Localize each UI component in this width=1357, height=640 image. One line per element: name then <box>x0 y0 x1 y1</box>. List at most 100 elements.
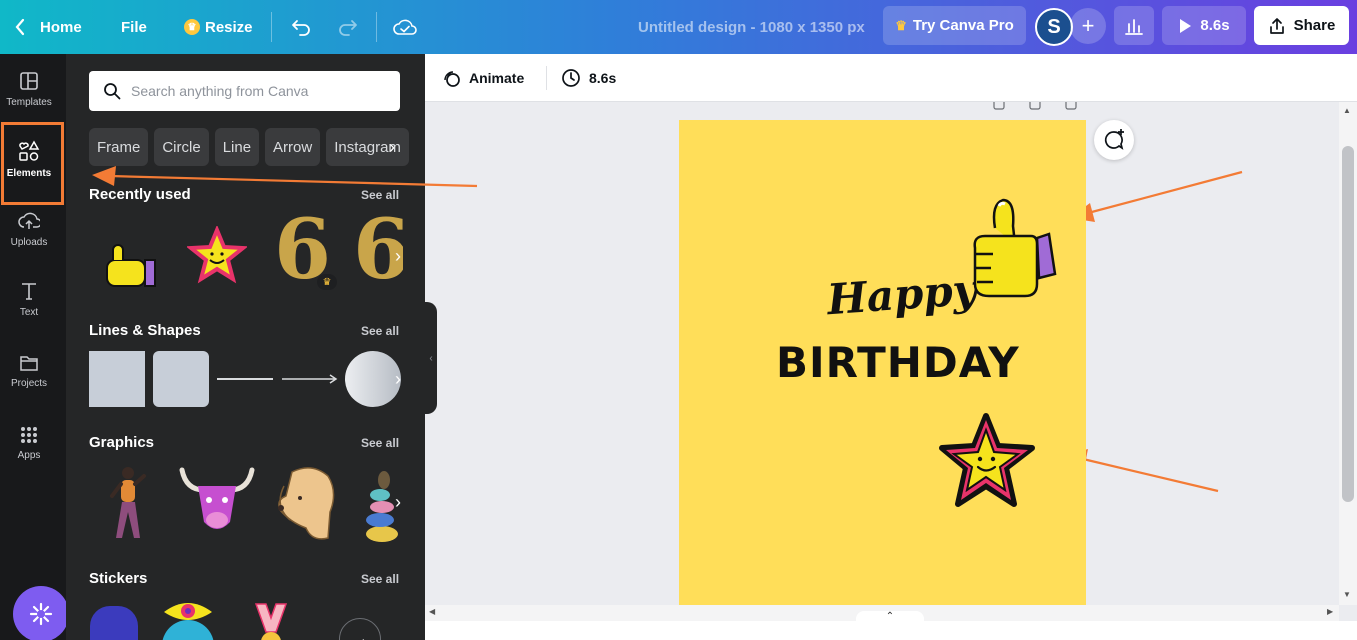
apps-icon <box>21 426 37 443</box>
chevron-right-icon[interactable]: › <box>387 228 409 284</box>
rail-label-uploads: Uploads <box>10 236 48 248</box>
dog-head-graphic-thumbnail[interactable] <box>272 462 344 544</box>
scroll-up-arrow[interactable]: ▲ <box>1343 106 1351 115</box>
try-pro-label: Try Canva Pro <box>912 17 1014 34</box>
rail-item-templates[interactable]: Templates <box>0 54 58 124</box>
home-button[interactable]: Home <box>14 0 82 54</box>
home-label: Home <box>40 18 82 36</box>
rail-label-projects: Projects <box>10 377 48 389</box>
see-all-lines-shapes[interactable]: See all <box>361 324 399 338</box>
woman-figure-graphic-thumbnail[interactable] <box>102 464 158 544</box>
present-duration: 8.6s <box>1200 17 1230 34</box>
file-label: File <box>121 18 147 36</box>
magic-button[interactable] <box>13 586 69 640</box>
divider <box>546 66 547 90</box>
text-icon <box>22 282 36 300</box>
see-all-recently-used[interactable]: See all <box>361 188 399 202</box>
square-shape-thumbnail[interactable] <box>89 351 145 407</box>
section-title-lines-shapes: Lines & Shapes <box>89 322 201 339</box>
insights-button[interactable] <box>1114 6 1154 45</box>
rail-label-templates: Templates <box>6 96 52 108</box>
crown-icon: ♛ <box>184 19 200 35</box>
try-pro-button[interactable]: ♛ Try Canva Pro <box>883 6 1026 45</box>
chevron-right-icon[interactable]: › <box>387 474 409 530</box>
redo-icon <box>339 20 357 36</box>
page-tools[interactable] <box>990 102 1080 112</box>
design-title[interactable]: Untitled design - 1080 x 1350 px <box>638 0 865 54</box>
elements-highlight-box <box>1 122 64 205</box>
pages-toggle-button[interactable]: ⌃ <box>856 611 924 623</box>
rail-label-apps: Apps <box>17 449 41 461</box>
see-all-graphics[interactable]: See all <box>361 436 399 450</box>
undo-icon <box>292 20 310 36</box>
medal-sticker-thumbnail[interactable] <box>246 602 296 640</box>
thumbs-up-graphic[interactable] <box>965 196 1061 304</box>
thumbs-up-graphic-thumbnail[interactable] <box>103 242 159 298</box>
cloud-save-button[interactable] <box>393 0 417 54</box>
elements-panel: Search anything from Canva Frame Circle … <box>66 54 425 640</box>
line-shape-thumbnail[interactable] <box>217 378 273 380</box>
see-all-stickers[interactable]: See all <box>361 572 399 586</box>
eye-sticker-thumbnail[interactable] <box>158 598 218 640</box>
smiling-star-sticker[interactable] <box>938 410 1042 514</box>
plus-icon: + <box>1081 13 1095 38</box>
share-button[interactable]: Share <box>1254 6 1349 45</box>
rail-item-apps[interactable]: Apps <box>0 408 58 478</box>
bull-head-graphic-thumbnail[interactable] <box>176 464 258 540</box>
chip-frame[interactable]: Frame <box>89 128 149 166</box>
duration-button[interactable]: 8.6s <box>561 54 616 102</box>
duration-label: 8.6s <box>589 70 617 86</box>
canvas-text-happy[interactable]: Happy <box>825 265 978 324</box>
templates-icon <box>20 71 38 90</box>
cloud-check-icon <box>393 19 417 35</box>
animate-button[interactable]: Animate <box>441 54 524 102</box>
bottom-bar <box>425 621 1357 640</box>
rail-item-text[interactable]: Text <box>0 264 58 334</box>
scroll-down-arrow[interactable]: ▼ <box>1343 590 1351 599</box>
search-icon <box>104 83 121 100</box>
arrow-line-thumbnail[interactable] <box>281 372 339 386</box>
chip-arrow[interactable]: Arrow <box>265 128 321 166</box>
file-menu-button[interactable]: File <box>121 0 147 54</box>
bar-chart-icon <box>1125 18 1143 35</box>
clock-icon <box>562 69 580 87</box>
divider <box>271 12 272 42</box>
premium-crown-badge: ♛ <box>317 274 337 290</box>
resize-label: Resize <box>205 18 253 36</box>
present-button[interactable]: 8.6s <box>1162 6 1246 45</box>
top-bar: Home File ♛ Resize Untitled design - 108… <box>0 0 1357 54</box>
scroll-right-arrow[interactable]: ▶ <box>1327 607 1333 616</box>
panel-collapse-handle[interactable]: ‹ <box>425 302 437 414</box>
share-label: Share <box>1293 17 1336 34</box>
star-sticker-thumbnail[interactable] <box>187 226 247 286</box>
divider <box>376 12 377 42</box>
resize-button[interactable]: ♛ Resize <box>184 0 253 54</box>
next-row-button[interactable]: → <box>339 618 381 640</box>
rounded-square-shape-thumbnail[interactable] <box>153 351 209 407</box>
chip-circle[interactable]: Circle <box>154 128 209 166</box>
undo-button[interactable] <box>290 0 312 54</box>
animate-label: Animate <box>469 70 525 86</box>
add-comment-button[interactable] <box>1094 120 1134 160</box>
chevron-right-icon[interactable]: › <box>382 128 402 166</box>
canvas-text-birthday[interactable]: BIRTHDAY <box>776 338 1020 387</box>
section-title-recently-used: Recently used <box>89 186 191 203</box>
uploads-icon <box>18 212 40 229</box>
sparkle-icon <box>29 602 53 626</box>
crown-icon: ♛ <box>895 17 907 33</box>
add-collaborator-button[interactable]: + <box>1070 8 1106 44</box>
rail-item-projects[interactable]: Projects <box>0 336 58 406</box>
sticker-thumbnail[interactable] <box>90 606 138 640</box>
editor-toolbar: Animate 8.6s <box>425 54 1357 102</box>
projects-icon <box>20 355 38 371</box>
avatar[interactable]: S <box>1035 8 1073 46</box>
search-input[interactable]: Search anything from Canva <box>89 71 400 111</box>
chip-line[interactable]: Line <box>214 128 260 166</box>
chevron-right-icon[interactable]: › <box>387 351 409 407</box>
play-icon <box>1180 18 1192 33</box>
scroll-left-arrow[interactable]: ◀ <box>429 607 435 616</box>
share-icon <box>1269 17 1284 34</box>
vertical-scrollbar-thumb[interactable] <box>1342 146 1354 502</box>
animate-icon <box>444 71 460 87</box>
redo-button[interactable] <box>337 0 359 54</box>
